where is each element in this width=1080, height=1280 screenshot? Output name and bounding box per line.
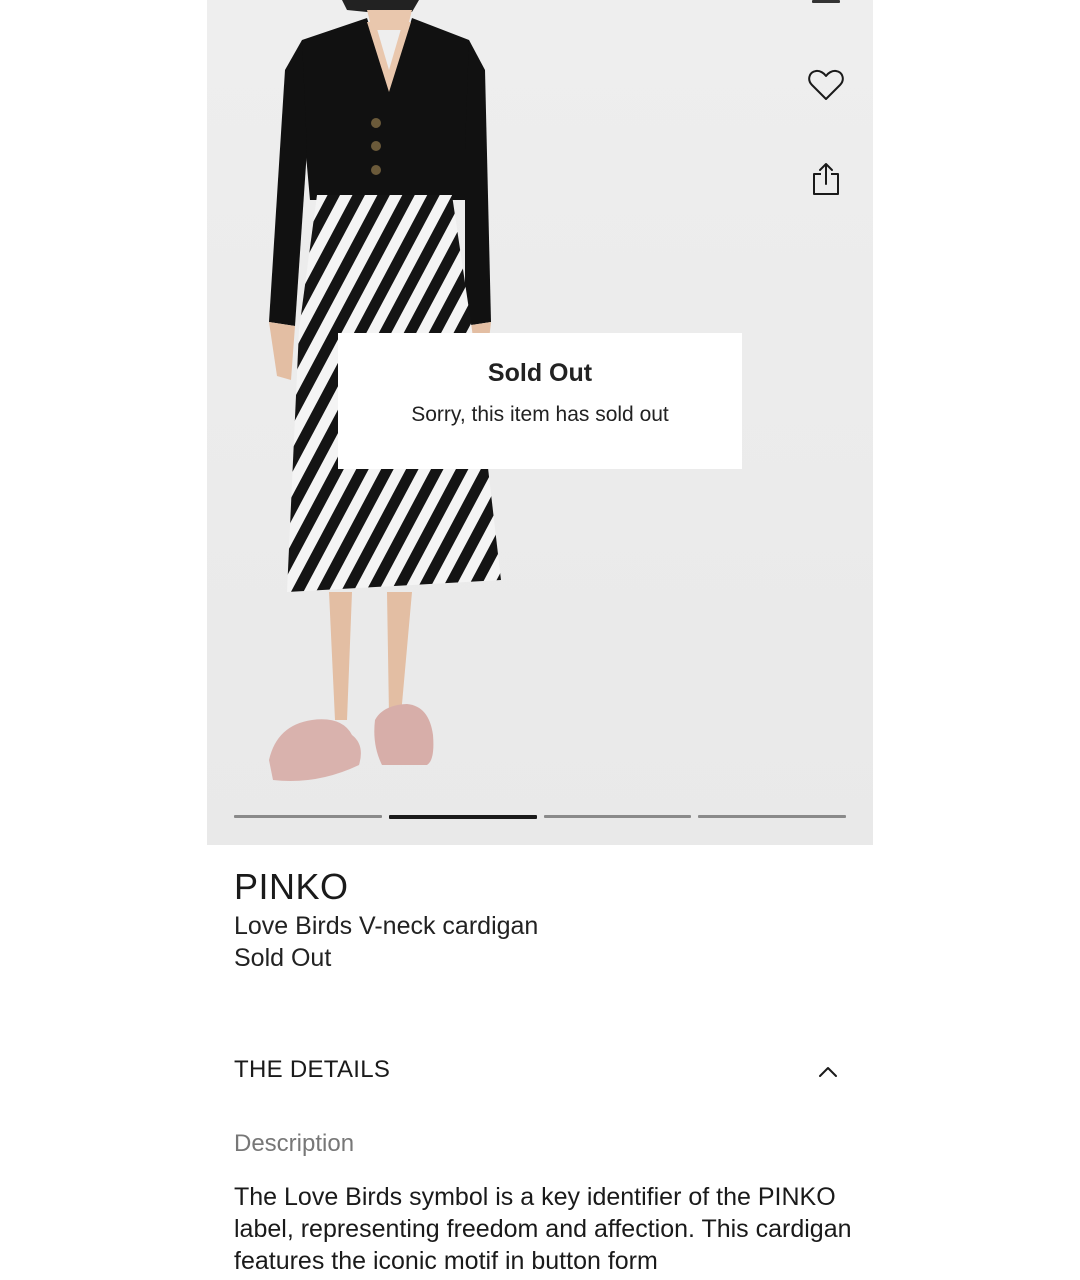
product-image-gallery[interactable]: Sold Out Sorry, this item has sold out: [207, 0, 873, 845]
share-icon: [813, 163, 839, 195]
details-section-title: THE DETAILS: [234, 1056, 391, 1083]
brand-name[interactable]: PINKO: [234, 866, 349, 908]
wishlist-button[interactable]: [804, 63, 848, 107]
description-text: The Love Birds symbol is a key identifie…: [234, 1183, 852, 1275]
product-page: Sold Out Sorry, this item has sold out P…: [0, 0, 1080, 1280]
sold-out-notice: Sold Out Sorry, this item has sold out: [338, 333, 742, 469]
menu-icon[interactable]: [812, 0, 840, 3]
pagination-segment-4[interactable]: [698, 815, 846, 818]
description-label: Description: [234, 1130, 355, 1157]
share-button[interactable]: [804, 157, 848, 201]
sold-out-title: Sold Out: [487, 359, 593, 387]
stock-status: Sold Out: [234, 944, 332, 972]
gallery-pagination: [234, 815, 846, 819]
pagination-segment-3[interactable]: [543, 815, 692, 818]
pagination-segment-1[interactable]: [234, 815, 382, 818]
heart-icon: [808, 69, 844, 100]
chevron-up-icon: [819, 1067, 837, 1077]
sold-out-message: Sorry, this item has sold out: [411, 403, 669, 426]
pagination-segment-2[interactable]: [388, 815, 537, 819]
product-name: Love Birds V-neck cardigan: [234, 912, 539, 940]
details-accordion-toggle[interactable]: THE DETAILS: [234, 1052, 846, 1092]
